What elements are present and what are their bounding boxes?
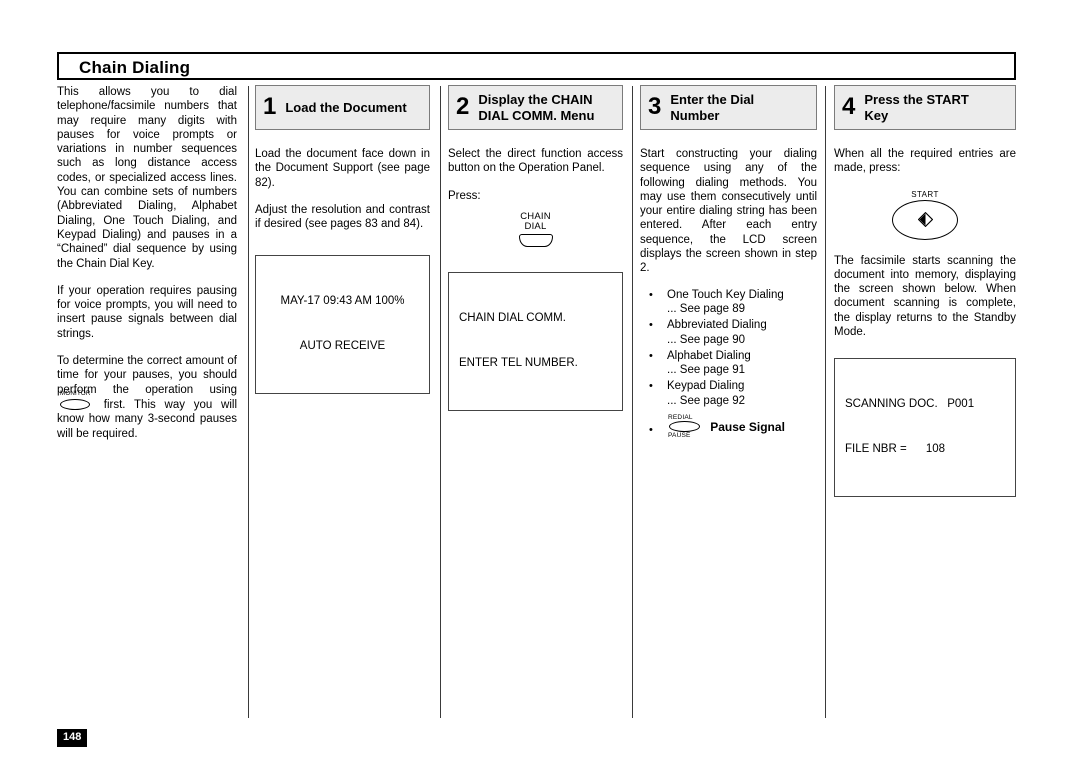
step-column-1: 1 Load the Document Load the document fa… [255,85,430,395]
page-title-box: Chain Dialing [57,52,1016,80]
lcd-display-step4: SCANNING DOC. P001 FILE NBR = 108 [834,358,1016,498]
list-item-pause-signal: • REDIAL PAUSE Pause Signal [640,414,817,440]
step-column-3: 3 Enter the Dial Number Start constructin… [640,85,817,442]
step4-paragraph-1: When all the required entries are made, … [834,148,1016,175]
column-divider-4 [825,86,826,718]
dial-method-ref-4: ... See page 92 [667,394,746,407]
bullet-icon: • [649,319,653,332]
intro-paragraph-2: If your operation requires pausing for v… [57,284,237,340]
bullet-icon: • [649,424,653,437]
step2-paragraph-2: Press: [448,189,481,202]
monitor-key-label: MONITOR [60,389,91,397]
step-label-2: Display the CHAIN DIAL COMM. Menu [478,92,595,123]
column-divider-2 [440,86,441,718]
step1-paragraph-1: Load the document face down in the Docum… [255,148,430,189]
page-number: 148 [57,729,88,747]
lcd-display-step2: CHAIN DIAL COMM. ENTER TEL NUMBER. [448,271,623,411]
bullet-icon: • [649,349,653,362]
redial-key-bottom-label: PAUSE [668,432,691,440]
list-item: • Abbreviated Dialing ... See page 90 [640,318,817,347]
intro-paragraph-monitor: To determine the correct amount of time … [57,354,237,441]
bullet-icon: • [649,288,653,301]
lcd-step2-line-2: ENTER TEL NUMBER. [459,356,578,369]
list-item: • Alphabet Dialing ... See page 91 [640,349,817,378]
start-diamond-icon [917,212,933,228]
lcd-display-step1: MAY-17 09:43 AM 100% AUTO RECEIVE [255,255,430,395]
intro-paragraph-1: This allows you to dial telephone/facsim… [57,86,237,270]
list-item: • One Touch Key Dialing ... See page 89 [640,288,817,317]
dial-method-ref-1: ... See page 89 [667,302,746,315]
step-label-3: Enter the Dial Number [670,92,755,123]
redial-key-oval [669,421,700,433]
redial-pause-key-icon[interactable]: REDIAL PAUSE [667,414,703,440]
step-number-3: 3 [648,93,662,120]
monitor-key-icon: MONITOR [59,390,93,411]
chain-dial-button-graphic[interactable]: CHAIN DIAL [448,211,623,247]
start-key-graphic[interactable]: START [834,190,1016,240]
step-header-2: 2 Display the CHAIN DIAL COMM. Menu [448,85,623,130]
list-item: • Keypad Dialing ... See page 92 [640,379,817,408]
step-column-4: 4 Press the START Key When all the requir… [834,85,1016,498]
step-number-2: 2 [456,93,470,120]
step2-paragraph-1: Select the direct function access button… [448,148,623,175]
step-label-4: Press the START Key [864,92,969,123]
column-divider-1 [248,86,249,718]
pause-signal-label: Pause Signal [710,420,785,435]
page-title: Chain Dialing [79,58,191,77]
lcd-step1-line-2: AUTO RECEIVE [299,340,386,353]
step-column-2: 2 Display the CHAIN DIAL COMM. Menu Selec… [448,85,623,411]
bullet-icon: • [649,380,653,393]
step-header-4: 4 Press the START Key [834,85,1016,130]
start-key-oval [892,199,958,240]
chain-dial-button-shape [518,233,553,247]
step-header-3: 3 Enter the Dial Number [640,85,817,130]
chain-dial-button-label-2: DIAL [524,221,547,233]
redial-key-top-label: REDIAL [668,414,693,422]
step-number-4: 4 [842,93,856,120]
lcd-step2-line-1: CHAIN DIAL COMM. [459,311,566,324]
lcd-step4-line-1: SCANNING DOC. P001 [845,398,975,411]
dial-method-name-4: Keypad Dialing [667,380,745,393]
start-key-label: START [911,189,939,199]
dial-method-ref-3: ... See page 91 [667,364,746,377]
step-number-1: 1 [263,93,277,120]
step-header-1: 1 Load the Document [255,85,430,130]
column-divider-3 [632,86,633,718]
monitor-key-oval [60,398,90,410]
step3-paragraph-1: Start constructing your dialing sequence… [640,148,817,275]
step1-paragraph-2: Adjust the resolution and contrast if de… [255,203,430,231]
dial-method-ref-2: ... See page 90 [667,333,746,346]
lcd-step4-line-2: FILE NBR = 108 [845,443,946,456]
lcd-step1-line-1: MAY-17 09:43 AM 100% [280,295,405,308]
intro-column: This allows you to dial telephone/facsim… [57,85,237,441]
dial-methods-list: • One Touch Key Dialing ... See page 89 … [640,288,817,440]
dial-method-name-3: Alphabet Dialing [667,349,751,362]
dial-method-name-2: Abbreviated Dialing [667,319,767,332]
step-label-1: Load the Document [285,99,407,115]
step4-paragraph-2: The facsimile starts scanning the docume… [834,254,1016,339]
dial-method-name-1: One Touch Key Dialing [667,288,784,301]
